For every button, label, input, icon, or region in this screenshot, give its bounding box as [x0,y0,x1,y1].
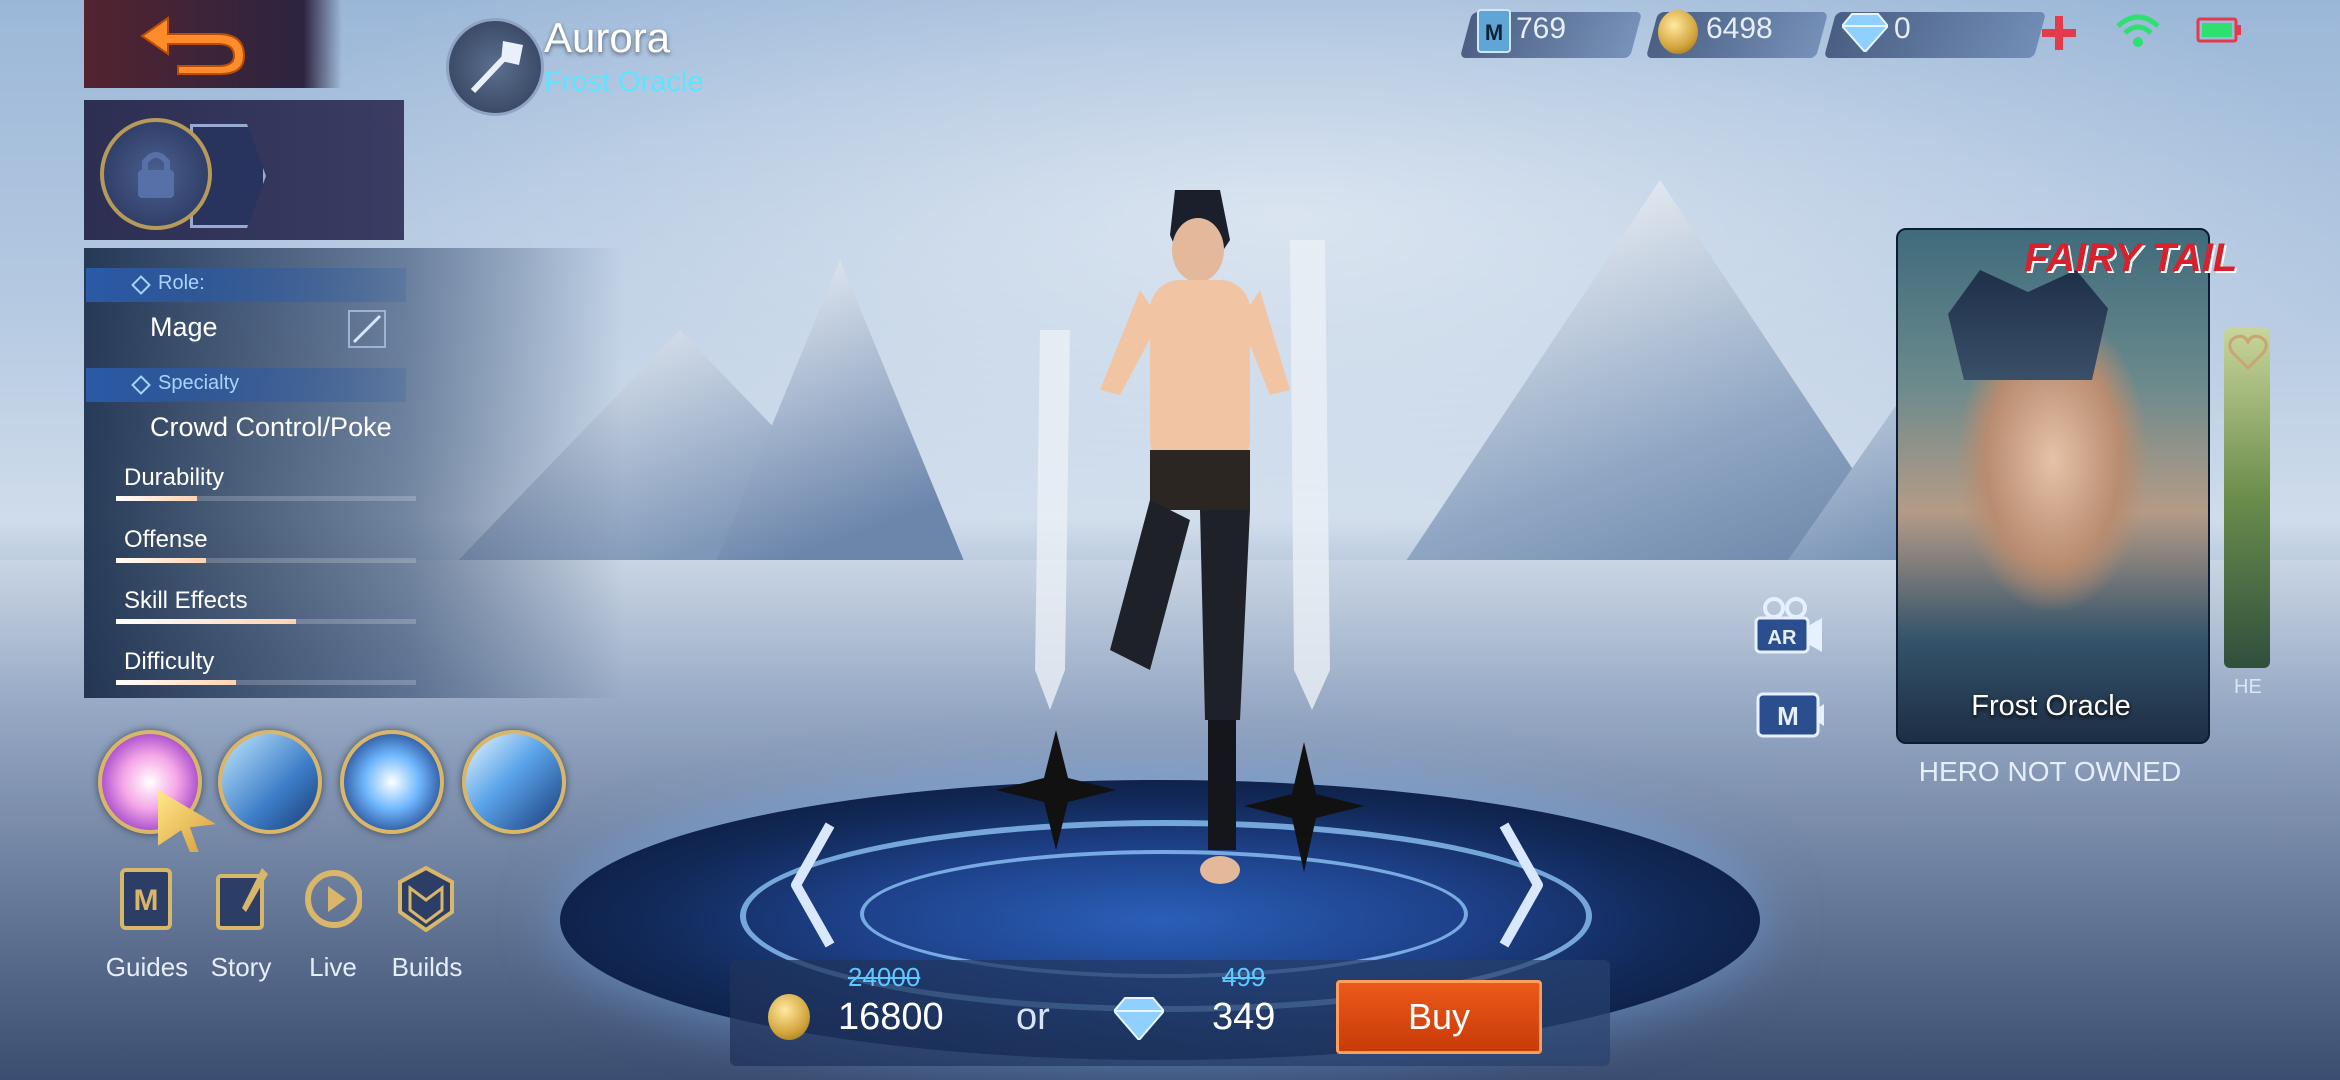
next-card-partial-label: HE [2234,676,2262,698]
role-label: Role: [158,272,205,294]
guides-icon[interactable]: M [116,866,176,932]
specialty-value: Crowd Control/Poke [150,412,392,442]
ar-camera-button[interactable]: AR [1752,596,1824,656]
ribbon-left [1035,330,1070,710]
bp-price: 16800 [838,996,944,1038]
diamond-count: 0 [1894,12,1911,45]
hero-role-badge [446,18,544,116]
skin-name: Frost Oracle [544,66,704,98]
builds-label[interactable]: Builds [372,952,482,983]
builds-icon[interactable] [396,866,456,932]
stat-offense-label: Offense [124,526,208,553]
diamond-price: 349 [1212,996,1276,1038]
wifi-icon [2116,14,2160,47]
stat-durability-fill [116,496,197,501]
or-text: or [1016,996,1050,1038]
ribbon-right [1290,240,1330,710]
story-icon[interactable] [212,866,272,932]
next-skin-card[interactable] [2224,328,2270,668]
card-skin-name: Frost Oracle [1971,690,2131,722]
lock-icon [138,152,174,198]
stat-skill-effects-fill [116,619,296,624]
stat-difficulty-label: Difficulty [124,648,215,675]
diamond-original-price: 499 [1222,962,1266,992]
mage-wand-icon [470,41,523,94]
stat-difficulty-fill [116,680,236,685]
battle-point-price-icon [768,994,810,1040]
buy-button[interactable]: Buy [1336,980,1542,1054]
stat-offense-bar [116,558,416,563]
m-label: M [1777,701,1799,731]
role-value: Mage [150,312,218,342]
skin-portrait-hair [1948,270,2108,380]
m-world-button[interactable]: M [1756,690,1824,740]
bp-original-price: 24000 [848,962,921,992]
diamond-icon [1842,13,1888,52]
bp-count: 6498 [1706,12,1773,45]
ar-label: AR [1768,627,1797,649]
locked-emblem-slot[interactable] [100,118,212,230]
back-button[interactable] [84,0,342,88]
svg-text:M: M [134,884,159,917]
mage-role-icon [348,310,386,348]
battle-point-icon [1658,10,1698,54]
ownership-status: HERO NOT OWNED [1918,756,2182,787]
skin-card[interactable] [1896,228,2210,744]
stat-offense-fill [116,558,206,563]
stat-durability-bar [116,496,416,501]
skill-3-icon[interactable] [462,730,566,834]
battery-icon [2196,17,2241,43]
stat-skill-effects-bar [116,619,416,624]
next-hero-arrow[interactable] [1498,820,1544,950]
dagger-ornament-right [1244,742,1364,872]
stat-difficulty-bar [116,680,416,685]
prev-hero-arrow[interactable] [790,820,836,950]
back-arrow-icon [140,16,246,75]
specialty-label: Specialty [158,372,240,394]
add-diamond-icon[interactable] [2040,14,2078,52]
favorite-heart-icon[interactable] [2228,334,2268,370]
stat-durability-label: Durability [124,464,225,491]
ticket-count: 769 [1516,12,1567,45]
skill-2-icon[interactable] [340,730,444,834]
diamond-price-icon [1114,997,1164,1040]
skill-1-icon[interactable] [218,730,322,834]
stat-skill-effects-label: Skill Effects [124,587,248,614]
hero-name: Aurora [544,14,671,61]
fairy-tail-logo: FAIRY TAIL [2024,236,2238,280]
dagger-ornament-left [996,730,1116,850]
live-icon[interactable] [302,866,362,932]
svg-text:M: M [1485,20,1503,45]
ticket-icon: M [1477,9,1511,53]
